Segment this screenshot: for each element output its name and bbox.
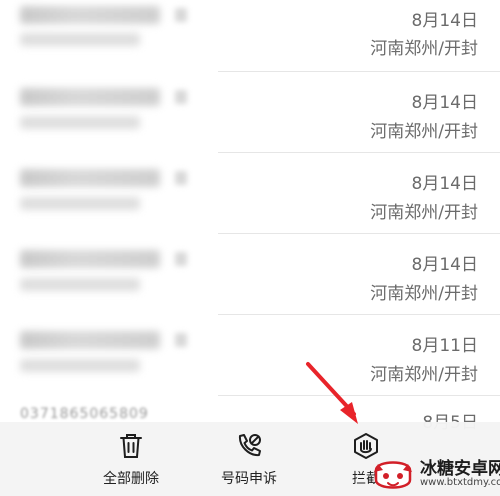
- call-date: 8月14日: [411, 174, 478, 194]
- call-log-row[interactable]: 8月14日 河南郑州/开封: [0, 153, 500, 234]
- blurred-sim-icon: [175, 171, 187, 185]
- blurred-detail: [20, 116, 140, 129]
- blurred-sim-icon: [175, 252, 187, 266]
- partial-number: 0371865065809: [20, 406, 149, 422]
- call-log-row[interactable]: 8月11日 河南郑州/开封: [0, 315, 500, 396]
- blurred-detail: [20, 33, 140, 46]
- blurred-detail: [20, 278, 140, 291]
- blurred-sim-icon: [175, 333, 187, 347]
- watermark-url: www.btxtdmy.com: [420, 477, 500, 488]
- watermark: 冰糖安卓网 www.btxtdmy.com: [368, 450, 500, 496]
- call-date: 8月11日: [411, 336, 478, 356]
- call-location: 河南郑州/开封: [370, 284, 478, 304]
- call-log-list: 8月14日 河南郑州/开封 8月14日 河南郑州/开封 8月14日 河南郑州/开…: [0, 0, 500, 477]
- call-location: 河南郑州/开封: [370, 365, 478, 385]
- blurred-number: [20, 6, 160, 24]
- blurred-sim-icon: [175, 8, 187, 22]
- delete-all-button[interactable]: 全部删除: [81, 422, 181, 496]
- phone-block-icon: [238, 434, 261, 457]
- call-location: 河南郑州/开封: [370, 203, 478, 223]
- number-complaint-label: 号码申诉: [221, 471, 277, 487]
- call-date: 8月14日: [411, 11, 478, 31]
- call-date: 8月14日: [411, 255, 478, 275]
- number-complaint-button[interactable]: 号码申诉: [199, 422, 299, 496]
- blurred-number: [20, 331, 160, 349]
- call-location: 河南郑州/开封: [370, 39, 478, 59]
- call-location: 河南郑州/开封: [370, 122, 478, 142]
- watermark-name: 冰糖安卓网: [420, 459, 500, 479]
- blurred-number: [20, 169, 160, 187]
- blurred-number: [20, 250, 160, 268]
- watermark-logo: [374, 461, 412, 489]
- call-log-row[interactable]: 8月14日 河南郑州/开封: [0, 234, 500, 315]
- delete-all-label: 全部删除: [103, 471, 159, 487]
- blurred-detail: [20, 197, 140, 210]
- blurred-number: [20, 88, 160, 106]
- call-log-row[interactable]: 8月14日 河南郑州/开封: [0, 0, 500, 72]
- call-date: 8月14日: [411, 93, 478, 113]
- trash-icon: [120, 434, 142, 458]
- blurred-detail: [20, 359, 140, 372]
- call-log-row[interactable]: 8月14日 河南郑州/开封: [0, 72, 500, 153]
- blurred-sim-icon: [175, 90, 187, 104]
